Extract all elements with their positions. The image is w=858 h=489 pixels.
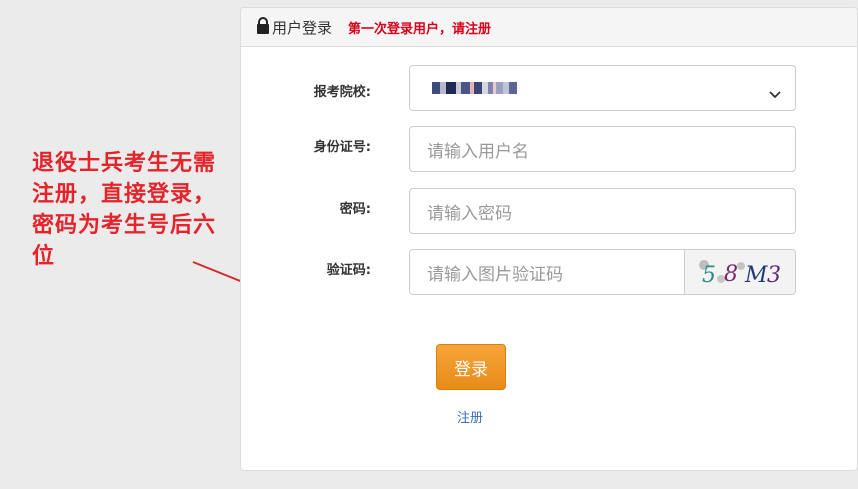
school-label: 报考院校: bbox=[313, 85, 371, 100]
panel-title: 用户登录 bbox=[272, 18, 333, 37]
id-number-label: 身份证号: bbox=[313, 140, 371, 155]
captcha-label: 验证码: bbox=[326, 263, 371, 278]
captcha-char-1: 5 bbox=[702, 263, 718, 287]
panel-header: 用户登录 第一次登录用户，请注册 bbox=[241, 8, 857, 47]
captcha-char-4: 3 bbox=[767, 263, 783, 287]
captcha-input[interactable]: 请输入图片验证码 bbox=[410, 250, 685, 294]
captcha-char-2: 8 bbox=[724, 262, 740, 287]
first-login-note: 第一次登录用户，请注册 bbox=[348, 21, 492, 37]
login-panel: 用户登录 第一次登录用户，请注册 报考院校: 身份证号: 请输入用户名 密码: … bbox=[240, 7, 858, 471]
school-select[interactable] bbox=[409, 65, 796, 111]
captcha-char-3: M bbox=[744, 263, 770, 287]
lock-icon bbox=[256, 17, 270, 34]
captcha-image[interactable]: 5 8 M 3 bbox=[685, 250, 795, 294]
captcha-glyphs: 5 8 M 3 bbox=[699, 260, 783, 287]
password-label: 密码: bbox=[339, 202, 371, 217]
password-placeholder: 请输入密码 bbox=[427, 203, 512, 224]
captcha-placeholder: 请输入图片验证码 bbox=[427, 264, 563, 285]
annotation-note: 退役士兵考生无需注册，直接登录，密码为考生号后六位 bbox=[32, 151, 217, 269]
obscured-school-name bbox=[432, 82, 517, 94]
password-input[interactable]: 请输入密码 bbox=[409, 188, 796, 234]
chevron-down-icon bbox=[769, 84, 781, 99]
captcha-group: 请输入图片验证码 5 8 M 3 bbox=[409, 249, 796, 295]
login-button[interactable]: 登录 bbox=[436, 344, 506, 390]
id-number-placeholder: 请输入用户名 bbox=[427, 141, 529, 162]
id-number-input[interactable]: 请输入用户名 bbox=[409, 126, 796, 172]
register-link[interactable]: 注册 bbox=[457, 407, 483, 426]
